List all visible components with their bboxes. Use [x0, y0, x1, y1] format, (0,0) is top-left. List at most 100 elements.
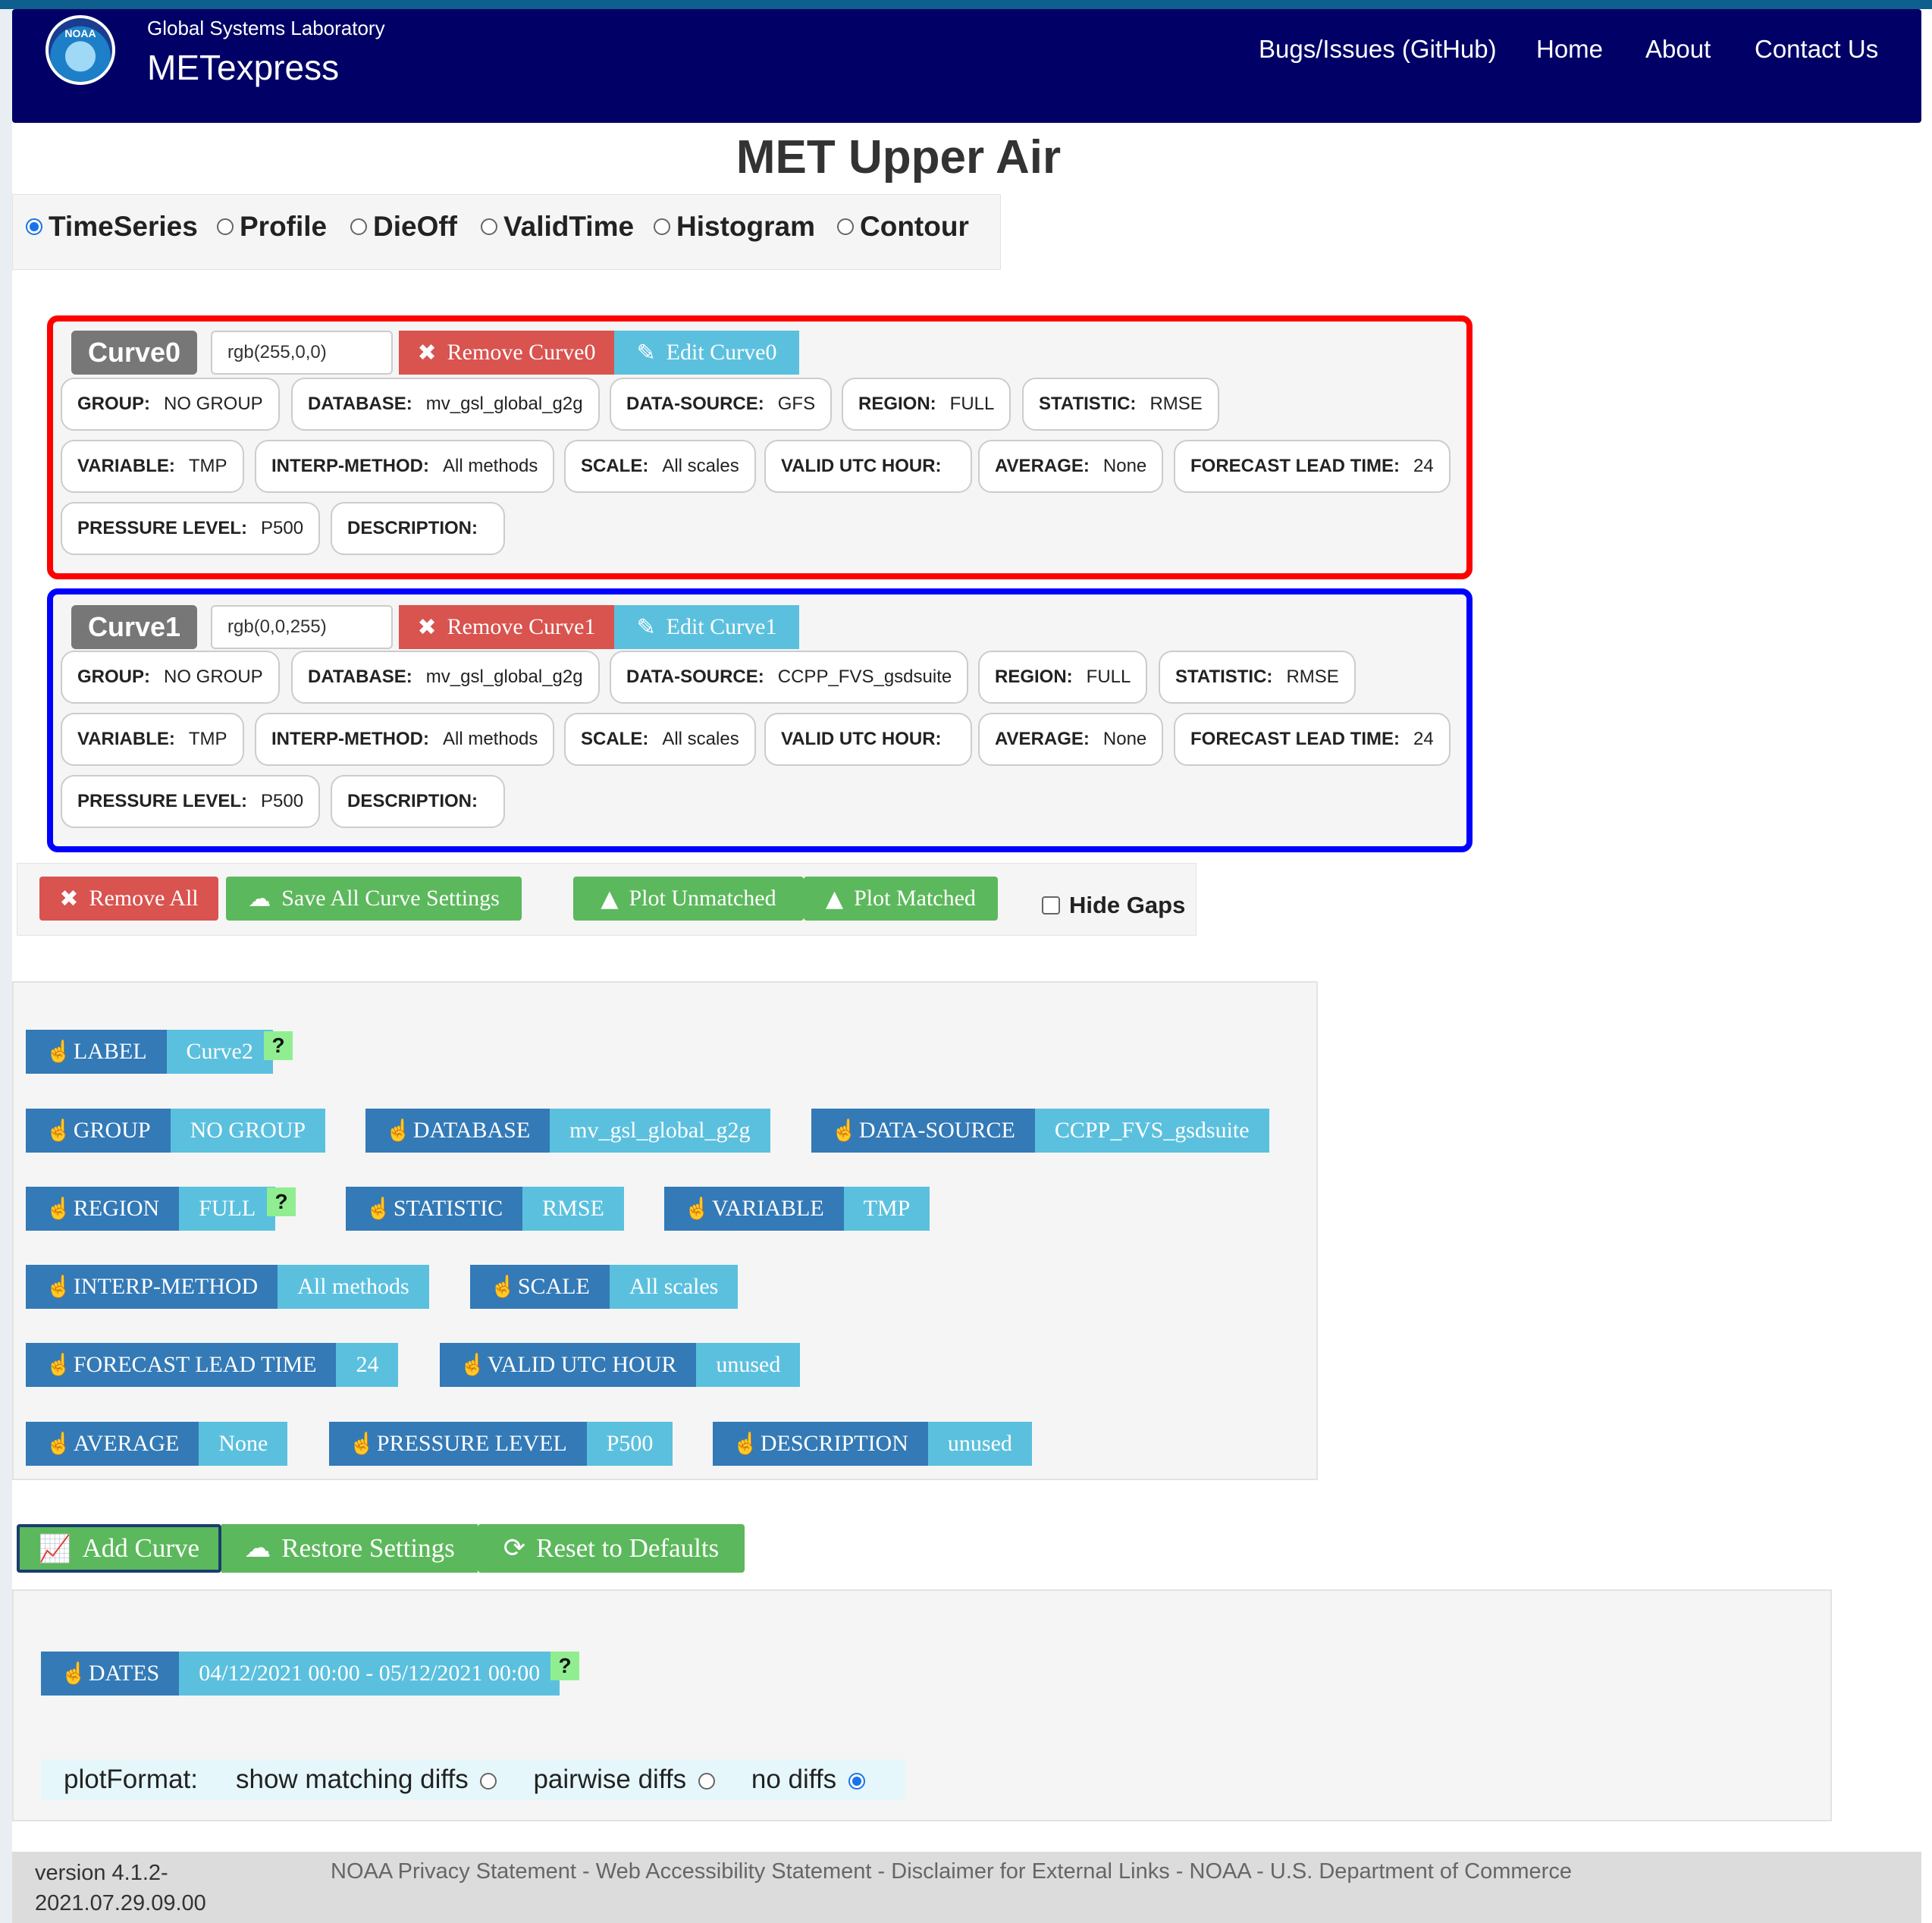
close-icon: ✖: [417, 339, 437, 366]
curve-1-region[interactable]: REGION: FULL: [978, 651, 1148, 704]
radio-icon[interactable]: [480, 1772, 497, 1790]
close-icon: ✖: [417, 613, 437, 641]
edit-curve-0-button[interactable]: ✎ Edit Curve0: [614, 331, 799, 375]
hand-pointer-icon: ☝: [684, 1197, 710, 1221]
radio-icon[interactable]: [698, 1772, 715, 1790]
curve-1-color-input[interactable]: rgb(0,0,255): [211, 605, 393, 649]
param-group[interactable]: ☝ GROUP NO GROUP: [26, 1109, 326, 1153]
reset-to-defaults-button[interactable]: ⟳ Reset to Defaults: [478, 1524, 745, 1573]
curve-0-database[interactable]: DATABASE: mv_gsl_global_g2g: [291, 378, 600, 431]
radio-icon[interactable]: [481, 218, 497, 235]
curve-0-variable[interactable]: VARIABLE: TMP: [61, 440, 244, 493]
hand-pointer-icon: ☝: [385, 1119, 412, 1143]
radio-icon[interactable]: [848, 1772, 865, 1790]
param-description[interactable]: ☝ DESCRIPTION unused: [713, 1422, 1032, 1466]
curve-0-valid-utc-hour[interactable]: VALID UTC HOUR:: [764, 440, 972, 493]
remove-curve-0-button[interactable]: ✖ Remove Curve0: [399, 331, 614, 375]
plot-matched-button[interactable]: ▲ Plot Matched: [804, 877, 998, 921]
radio-icon[interactable]: [217, 218, 234, 235]
radio-icon[interactable]: [26, 218, 42, 235]
plot-unmatched-button[interactable]: ▲ Plot Unmatched: [573, 877, 804, 921]
noaa-logo-icon[interactable]: [45, 15, 115, 85]
param-dates[interactable]: ☝ DATES 04/12/2021 00:00 - 05/12/2021 00:…: [41, 1652, 560, 1696]
curve-0-statistic[interactable]: STATISTIC: RMSE: [1022, 378, 1219, 431]
save-all-curve-settings-button[interactable]: ☁ Save All Curve Settings: [226, 877, 522, 921]
plot-format-option-no-diffs[interactable]: no diffs: [751, 1765, 865, 1795]
curve-1-statistic[interactable]: STATISTIC: RMSE: [1159, 651, 1356, 704]
plot-format-label: plotFormat:: [64, 1765, 198, 1794]
param-database[interactable]: ☝ DATABASE mv_gsl_global_g2g: [365, 1109, 770, 1153]
param-region[interactable]: ☝ REGION FULL: [26, 1187, 276, 1231]
dates-help-button[interactable]: ?: [550, 1652, 579, 1680]
radio-icon[interactable]: [654, 218, 670, 235]
param-label[interactable]: ☝ LABEL Curve2: [26, 1030, 273, 1074]
param-average[interactable]: ☝ AVERAGE None: [26, 1422, 288, 1466]
param-valid-utc-hour[interactable]: ☝ VALID UTC HOUR unused: [440, 1343, 801, 1387]
plot-type-profile[interactable]: Profile: [217, 211, 327, 243]
param-forecast-lead-time[interactable]: ☝ FORECAST LEAD TIME 24: [26, 1343, 399, 1387]
footer-link-accessibility[interactable]: Web Accessibility Statement: [596, 1859, 872, 1884]
nav-contact-link[interactable]: Contact Us: [1755, 35, 1878, 64]
footer-link-disclaimer[interactable]: Disclaimer for External Links: [891, 1859, 1169, 1884]
curve-1-variable[interactable]: VARIABLE: TMP: [61, 713, 244, 766]
add-curve-button[interactable]: 📈 Add Curve: [17, 1524, 221, 1573]
remove-all-button[interactable]: ✖ Remove All: [39, 877, 218, 921]
curve-1-forecast-lead-time[interactable]: FORECAST LEAD TIME: 24: [1174, 713, 1451, 766]
param-scale[interactable]: ☝ SCALE All scales: [470, 1265, 739, 1309]
param-pressure-level[interactable]: ☝ PRESSURE LEVEL P500: [329, 1422, 673, 1466]
plot-type-dieoff[interactable]: DieOff: [350, 211, 457, 243]
restore-settings-button[interactable]: ☁ Restore Settings: [221, 1524, 478, 1573]
curve-1-label: Curve1: [71, 605, 197, 649]
remove-curve-1-button[interactable]: ✖ Remove Curve1: [399, 605, 614, 649]
param-interp-method[interactable]: ☝ INTERP-METHOD All methods: [26, 1265, 429, 1309]
curve-1-average[interactable]: AVERAGE: None: [978, 713, 1164, 766]
curve-1-description[interactable]: DESCRIPTION:: [331, 775, 505, 828]
radio-icon[interactable]: [350, 218, 367, 235]
hand-pointer-icon: ☝: [61, 1662, 87, 1686]
plot-format-option-pairwise[interactable]: pairwise diffs: [533, 1765, 715, 1795]
hide-gaps-toggle[interactable]: Hide Gaps: [1042, 892, 1185, 919]
footer-link-noaa[interactable]: NOAA: [1190, 1859, 1251, 1884]
curve-0-pressure-level[interactable]: PRESSURE LEVEL: P500: [61, 502, 321, 555]
nav-bugs-link[interactable]: Bugs/Issues (GitHub): [1259, 35, 1497, 64]
curve-0-forecast-lead-time[interactable]: FORECAST LEAD TIME: 24: [1174, 440, 1451, 493]
hand-pointer-icon: ☝: [831, 1119, 858, 1143]
curve-0-data-source[interactable]: DATA-SOURCE: GFS: [610, 378, 833, 431]
curve-0-scale[interactable]: SCALE: All scales: [564, 440, 756, 493]
close-icon: ✖: [59, 885, 79, 912]
footer-link-privacy[interactable]: NOAA Privacy Statement: [331, 1859, 576, 1884]
cloud-download-icon: ☁: [244, 1533, 271, 1564]
curve-0-interp-method[interactable]: INTERP-METHOD: All methods: [255, 440, 555, 493]
plot-type-histogram[interactable]: Histogram: [654, 211, 815, 243]
plot-format-option-matching[interactable]: show matching diffs: [236, 1765, 497, 1795]
plot-type-timeseries[interactable]: TimeSeries: [26, 211, 198, 243]
footer-link-commerce[interactable]: U.S. Department of Commerce: [1270, 1859, 1572, 1884]
curve-0-description[interactable]: DESCRIPTION:: [331, 502, 505, 555]
region-help-button[interactable]: ?: [267, 1187, 296, 1216]
param-variable[interactable]: ☝ VARIABLE TMP: [664, 1187, 930, 1231]
curve-0-group[interactable]: GROUP: NO GROUP: [61, 378, 280, 431]
param-statistic[interactable]: ☝ STATISTIC RMSE: [346, 1187, 624, 1231]
curve-1-scale[interactable]: SCALE: All scales: [564, 713, 756, 766]
footer-links: NOAA Privacy Statement - Web Accessibili…: [331, 1859, 1572, 1884]
plot-type-contour[interactable]: Contour: [837, 211, 969, 243]
curve-1-database[interactable]: DATABASE: mv_gsl_global_g2g: [291, 651, 600, 704]
checkbox-icon[interactable]: [1042, 896, 1060, 914]
app-name[interactable]: METexpress: [147, 47, 339, 88]
curve-1-interp-method[interactable]: INTERP-METHOD: All methods: [255, 713, 555, 766]
curve-1-pressure-level[interactable]: PRESSURE LEVEL: P500: [61, 775, 321, 828]
param-data-source[interactable]: ☝ DATA-SOURCE CCPP_FVS_gsdsuite: [811, 1109, 1269, 1153]
curve-0-color-input[interactable]: rgb(255,0,0): [211, 331, 393, 375]
edit-curve-1-button[interactable]: ✎ Edit Curve1: [614, 605, 799, 649]
nav-home-link[interactable]: Home: [1536, 35, 1603, 64]
radio-icon[interactable]: [837, 218, 854, 235]
curve-1-valid-utc-hour[interactable]: VALID UTC HOUR:: [764, 713, 972, 766]
curve-0-average[interactable]: AVERAGE: None: [978, 440, 1164, 493]
curve-0-label: Curve0: [71, 331, 197, 375]
plot-type-validtime[interactable]: ValidTime: [481, 211, 634, 243]
curve-0-region[interactable]: REGION: FULL: [842, 378, 1011, 431]
label-help-button[interactable]: ?: [264, 1031, 293, 1060]
nav-about-link[interactable]: About: [1645, 35, 1711, 64]
curve-1-data-source[interactable]: DATA-SOURCE: CCPP_FVS_gsdsuite: [610, 651, 969, 704]
curve-1-group[interactable]: GROUP: NO GROUP: [61, 651, 280, 704]
